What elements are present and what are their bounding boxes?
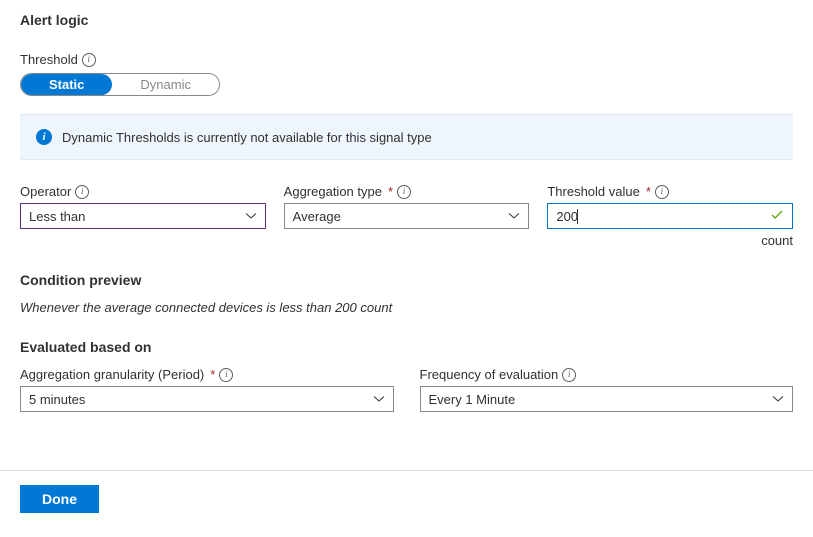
done-button[interactable]: Done — [20, 485, 99, 513]
required-marker: * — [210, 367, 215, 382]
required-marker: * — [388, 184, 393, 199]
chevron-down-icon — [508, 210, 520, 222]
info-icon: i — [36, 129, 52, 145]
info-icon[interactable]: i — [75, 185, 89, 199]
granularity-select[interactable]: 5 minutes — [20, 386, 394, 412]
info-bar-text: Dynamic Thresholds is currently not avai… — [62, 130, 432, 145]
info-icon[interactable]: i — [397, 185, 411, 199]
condition-preview-text: Whenever the average connected devices i… — [20, 300, 793, 315]
info-icon[interactable]: i — [82, 53, 96, 67]
threshold-toggle[interactable]: Static Dynamic — [20, 73, 220, 96]
info-icon[interactable]: i — [219, 368, 233, 382]
frequency-label: Frequency of evaluation i — [420, 367, 794, 382]
chevron-down-icon — [772, 393, 784, 405]
aggregation-type-label-text: Aggregation type — [284, 184, 382, 199]
threshold-unit: count — [547, 233, 793, 248]
info-icon[interactable]: i — [562, 368, 576, 382]
required-marker: * — [646, 184, 651, 199]
aggregation-type-label: Aggregation type * i — [284, 184, 530, 199]
info-icon[interactable]: i — [655, 185, 669, 199]
operator-label: Operator i — [20, 184, 266, 199]
frequency-value: Every 1 Minute — [429, 392, 516, 407]
check-icon — [770, 208, 784, 225]
text-caret — [577, 209, 578, 224]
chevron-down-icon — [245, 210, 257, 222]
operator-label-text: Operator — [20, 184, 71, 199]
threshold-value-input-wrap[interactable]: 200 — [547, 203, 793, 229]
granularity-value: 5 minutes — [29, 392, 85, 407]
aggregation-type-select[interactable]: Average — [284, 203, 530, 229]
frequency-select[interactable]: Every 1 Minute — [420, 386, 794, 412]
evaluated-based-on-heading: Evaluated based on — [20, 339, 793, 355]
condition-preview-heading: Condition preview — [20, 272, 793, 288]
threshold-label: Threshold i — [20, 52, 793, 67]
threshold-value-label-text: Threshold value — [547, 184, 640, 199]
chevron-down-icon — [373, 393, 385, 405]
threshold-value-label: Threshold value * i — [547, 184, 793, 199]
threshold-label-text: Threshold — [20, 52, 78, 67]
operator-select[interactable]: Less than — [20, 203, 266, 229]
operator-value: Less than — [29, 209, 85, 224]
page-title: Alert logic — [20, 12, 793, 28]
granularity-label: Aggregation granularity (Period) * i — [20, 367, 394, 382]
info-bar: i Dynamic Thresholds is currently not av… — [20, 114, 793, 160]
threshold-static-option[interactable]: Static — [21, 74, 112, 95]
aggregation-type-value: Average — [293, 209, 341, 224]
threshold-dynamic-option[interactable]: Dynamic — [112, 74, 219, 95]
threshold-value-text: 200 — [556, 209, 578, 224]
frequency-label-text: Frequency of evaluation — [420, 367, 559, 382]
granularity-label-text: Aggregation granularity (Period) — [20, 367, 204, 382]
